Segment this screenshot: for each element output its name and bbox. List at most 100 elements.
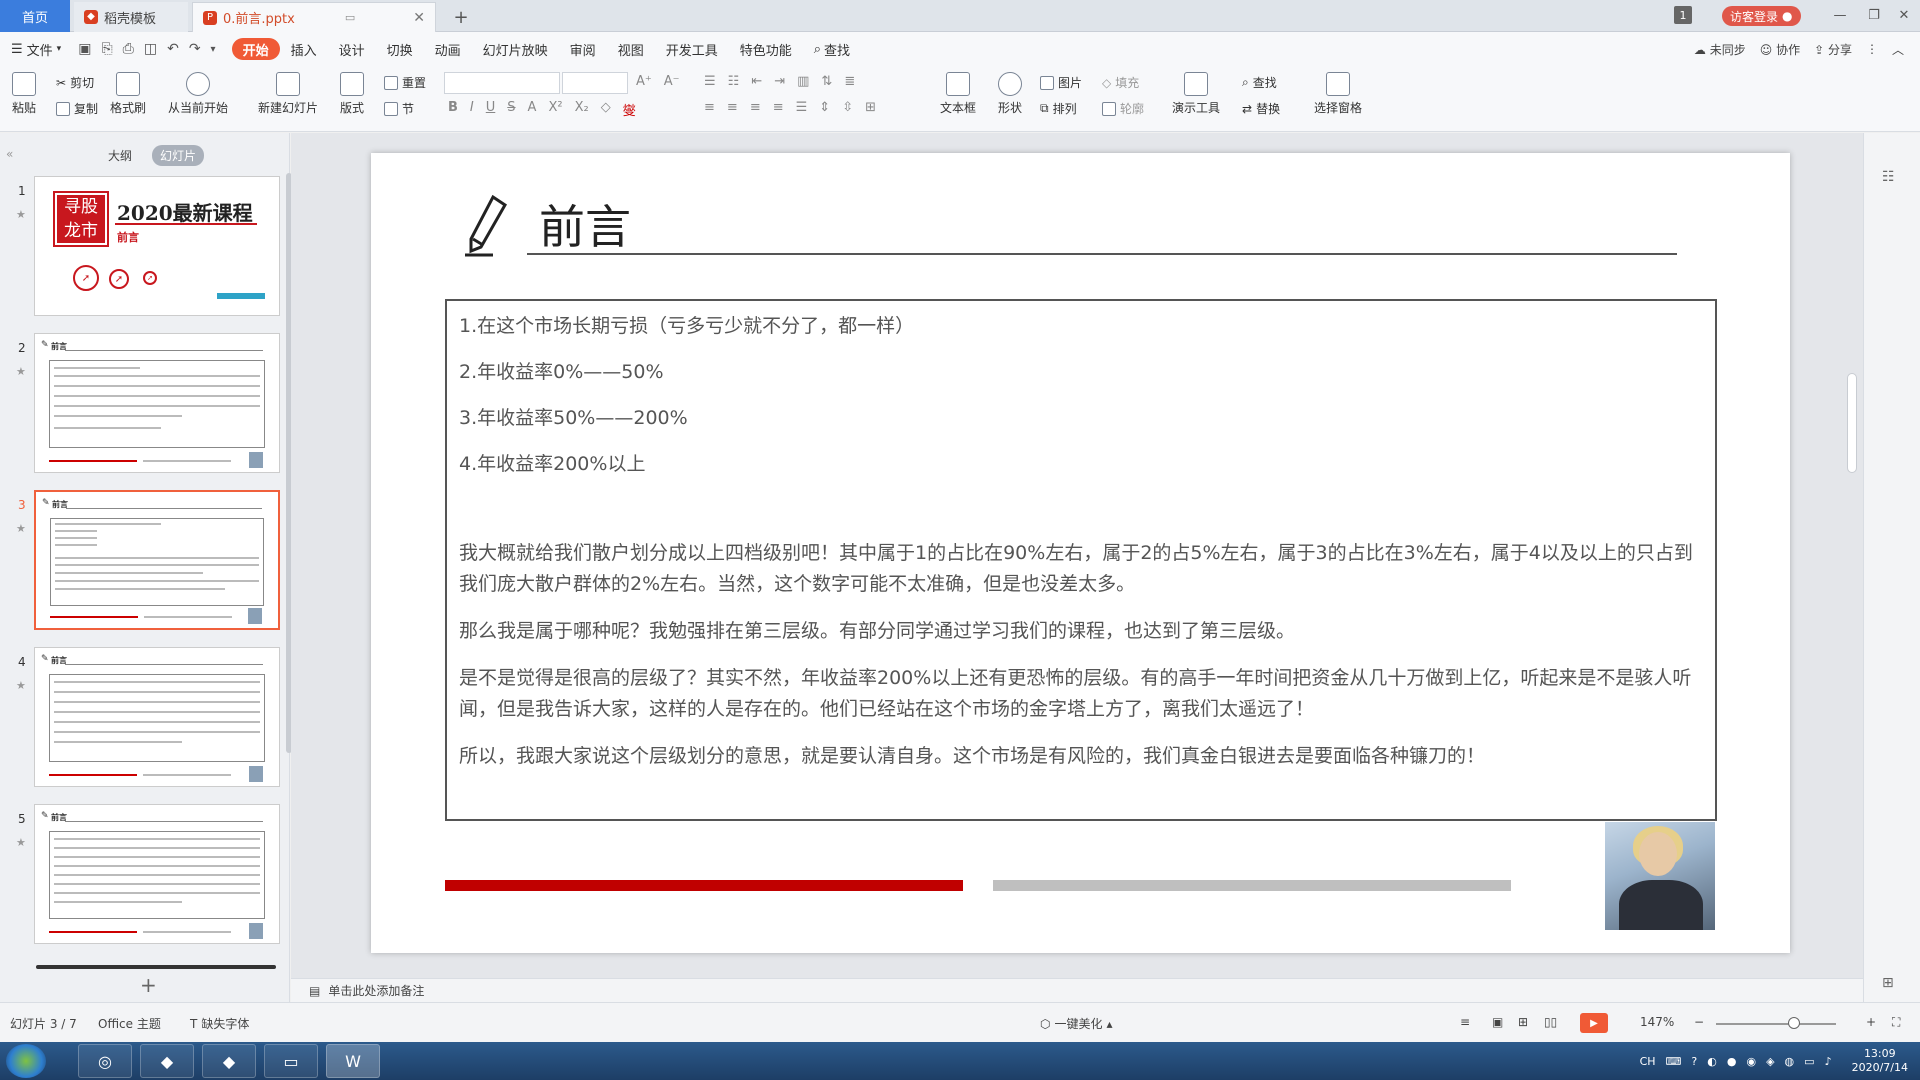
play-from-current-button[interactable]: 从当前开始: [168, 72, 228, 116]
missing-font-button[interactable]: T 缺失字体: [190, 1015, 249, 1032]
grid-icon[interactable]: ⊞: [1882, 975, 1894, 991]
justify-icon[interactable]: ≡: [773, 100, 784, 115]
picture-button[interactable]: 图片: [1040, 74, 1082, 91]
normal-view-icon[interactable]: ▣: [1492, 1015, 1503, 1029]
replace-button[interactable]: ⇄ 替换: [1242, 100, 1280, 117]
tab-features[interactable]: 特色功能: [729, 38, 803, 60]
layout-button[interactable]: 版式: [340, 72, 364, 116]
text-align-icon[interactable]: ⊞: [865, 100, 876, 115]
volume-icon[interactable]: ♪: [1825, 1055, 1832, 1068]
share-button[interactable]: ⇪ 分享: [1814, 41, 1852, 58]
tab-template[interactable]: ◆ 稻壳模板: [74, 2, 188, 32]
sorter-view-icon[interactable]: ⊞: [1518, 1015, 1528, 1029]
keyboard-icon[interactable]: ⌨: [1666, 1055, 1682, 1068]
minimize-icon[interactable]: —: [1826, 4, 1854, 26]
browser-app-icon[interactable]: ◎: [78, 1044, 132, 1078]
arrange-button[interactable]: ⧉ 排列: [1040, 100, 1077, 117]
slide-thumbnail-5[interactable]: ✎ 前言: [34, 804, 280, 944]
login-button[interactable]: 访客登录 ●: [1722, 6, 1801, 26]
input-language[interactable]: CH: [1640, 1055, 1656, 1068]
content-textbox[interactable]: 1.在这个市场长期亏损（亏多亏少就不分了，都一样） 2.年收益率0%——50% …: [445, 299, 1717, 821]
file-explorer-icon[interactable]: ▭: [264, 1044, 318, 1078]
zoom-in-icon[interactable]: +: [1866, 1015, 1876, 1029]
italic-icon[interactable]: I: [470, 100, 474, 119]
superscript-icon[interactable]: X²: [548, 100, 562, 119]
app-icon[interactable]: ◆: [202, 1044, 256, 1078]
current-slide[interactable]: 前言 1.在这个市场长期亏损（亏多亏少就不分了，都一样） 2.年收益率0%——5…: [371, 153, 1790, 953]
align-right-icon[interactable]: ≡: [750, 100, 761, 115]
tab-design[interactable]: 设计: [328, 38, 376, 60]
tab-view[interactable]: 视图: [607, 38, 655, 60]
tab-transition[interactable]: 切换: [376, 38, 424, 60]
zoom-out-icon[interactable]: −: [1694, 1015, 1704, 1029]
distribute-icon[interactable]: ☰: [796, 100, 808, 115]
wechat-icon[interactable]: ◍: [1785, 1055, 1795, 1068]
strike-icon[interactable]: S: [507, 100, 515, 119]
tab-insert[interactable]: 插入: [280, 38, 328, 60]
restore-icon[interactable]: ❐: [1860, 4, 1888, 26]
subscript-icon[interactable]: X₂: [575, 100, 589, 119]
align-center-icon[interactable]: ≡: [727, 100, 738, 115]
tab-review[interactable]: 审阅: [559, 38, 607, 60]
select-pane-button[interactable]: 选择窗格: [1314, 72, 1362, 116]
slideshow-play-button[interactable]: ▶: [1580, 1013, 1608, 1033]
tab-document[interactable]: P 0.前言.pptx ▭ ✕: [192, 2, 436, 32]
settings-sliders-icon[interactable]: ☷: [1882, 169, 1895, 185]
preview-icon[interactable]: ◫: [144, 41, 157, 57]
grow-font-icon[interactable]: A⁺: [636, 74, 652, 89]
add-slide-button[interactable]: +: [140, 973, 157, 997]
tray-icon[interactable]: ◐: [1707, 1055, 1717, 1068]
export-icon[interactable]: ⎘: [101, 41, 112, 57]
file-menu[interactable]: ☰ 文件 ▾: [0, 38, 72, 60]
paste-button[interactable]: 粘贴: [12, 72, 36, 116]
more-icon[interactable]: ⋮: [1866, 42, 1878, 56]
tab-developer[interactable]: 开发工具: [655, 38, 729, 60]
sync-button[interactable]: ☁ 未同步: [1694, 41, 1746, 58]
spacing-after-icon[interactable]: ⇳: [842, 100, 853, 115]
tray-icon[interactable]: ●: [1727, 1055, 1737, 1068]
collapse-ribbon-icon[interactable]: ︿: [1892, 41, 1904, 58]
slide-thumbnail-1[interactable]: 寻股龙市 2020最新课程 前言 ➚ ➚ ➚: [34, 176, 280, 316]
find-button[interactable]: ⌕ 查找: [1242, 74, 1277, 91]
panel-horizontal-scrollbar[interactable]: [36, 965, 276, 969]
spacing-before-icon[interactable]: ⇕: [819, 100, 830, 115]
shrink-font-icon[interactable]: A⁻: [664, 74, 680, 89]
undo-icon[interactable]: ↶: [167, 41, 179, 57]
app-icon[interactable]: ◆: [140, 1044, 194, 1078]
cut-button[interactable]: ✂ 剪切: [56, 74, 94, 91]
highlight-icon[interactable]: 燮: [623, 100, 636, 119]
tab-home[interactable]: 首页: [0, 0, 70, 32]
increase-indent-icon[interactable]: ⇥: [774, 74, 785, 89]
pin-icon[interactable]: ▭: [345, 11, 355, 24]
format-painter-button[interactable]: 格式刷: [110, 72, 146, 116]
columns-icon[interactable]: ▥: [797, 74, 809, 89]
decrease-indent-icon[interactable]: ⇤: [751, 74, 762, 89]
underline-icon[interactable]: U: [486, 100, 496, 119]
wps-app-icon[interactable]: W: [326, 1044, 380, 1078]
zoom-slider-track[interactable]: [1716, 1023, 1836, 1025]
window-count-badge[interactable]: 1: [1674, 6, 1692, 24]
redo-icon[interactable]: ↷: [189, 41, 201, 57]
tab-start[interactable]: 开始: [231, 38, 280, 60]
customize-icon[interactable]: ▾: [211, 44, 216, 55]
number-list-icon[interactable]: ☷: [728, 74, 740, 89]
new-tab-button[interactable]: +: [446, 2, 476, 32]
reset-button[interactable]: 重置: [384, 74, 426, 91]
start-button[interactable]: [6, 1044, 46, 1078]
clock[interactable]: 13:09 2020/7/14: [1852, 1047, 1908, 1075]
copy-button[interactable]: 复制: [56, 100, 98, 117]
notes-toggle-icon[interactable]: ≡: [1460, 1015, 1470, 1029]
bullet-list-icon[interactable]: ☰: [704, 74, 716, 89]
fit-window-icon[interactable]: ⛶: [1892, 1015, 1900, 1030]
font-size-select[interactable]: [562, 72, 628, 94]
collab-button[interactable]: ☺ 协作: [1760, 41, 1800, 58]
font-name-select[interactable]: [444, 72, 560, 94]
notes-bar[interactable]: ▤ 单击此处添加备注: [291, 978, 1863, 1002]
clear-format-icon[interactable]: ◇: [601, 100, 611, 119]
reading-view-icon[interactable]: ▯▯: [1544, 1015, 1557, 1029]
zoom-slider-handle[interactable]: [1788, 1017, 1800, 1029]
slide-thumbnail-3[interactable]: ✎ 前言: [34, 490, 280, 630]
tab-animation[interactable]: 动画: [424, 38, 472, 60]
fill-button[interactable]: ◇ 填充: [1102, 74, 1139, 91]
slide-thumbnail-2[interactable]: ✎ 前言: [34, 333, 280, 473]
